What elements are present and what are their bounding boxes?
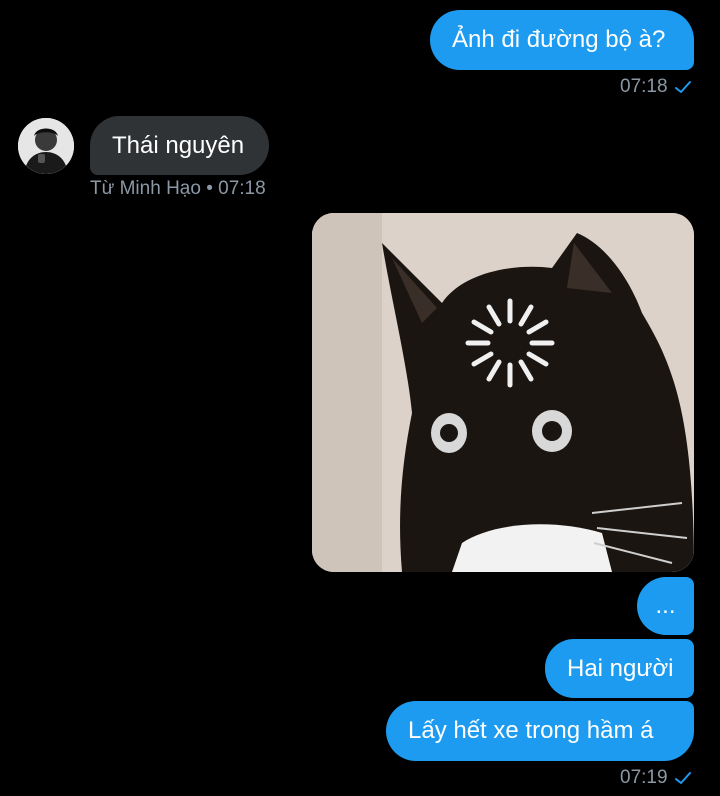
message-text: ... <box>655 592 676 619</box>
message-sender-timestamp: Từ Minh Hạo • 07:18 <box>90 178 266 199</box>
incoming-message-bubble[interactable]: Thái nguyên <box>90 116 269 175</box>
message-text: Ảnh đi đường bộ à? <box>452 26 666 53</box>
outgoing-message-bubble[interactable]: ... <box>637 577 694 635</box>
message-timestamp: 07:18 <box>620 76 692 98</box>
message-text: Lấy hết xe trong hầm á <box>408 717 654 744</box>
avatar[interactable] <box>18 118 74 174</box>
read-check-icon <box>674 772 691 784</box>
image-message[interactable] <box>312 213 694 572</box>
message-text: Thái nguyên <box>112 131 245 159</box>
message-text: Hai người <box>567 654 674 682</box>
read-check-icon <box>674 81 691 93</box>
outgoing-message-bubble[interactable]: Lấy hết xe trong hầm á <box>386 701 694 761</box>
cat-image <box>312 213 694 572</box>
outgoing-message-bubble[interactable]: Ảnh đi đường bộ à? <box>430 10 694 70</box>
avatar-photo <box>18 118 74 174</box>
message-timestamp: 07:19 <box>620 767 692 789</box>
outgoing-message-bubble[interactable]: Hai người <box>545 639 694 698</box>
